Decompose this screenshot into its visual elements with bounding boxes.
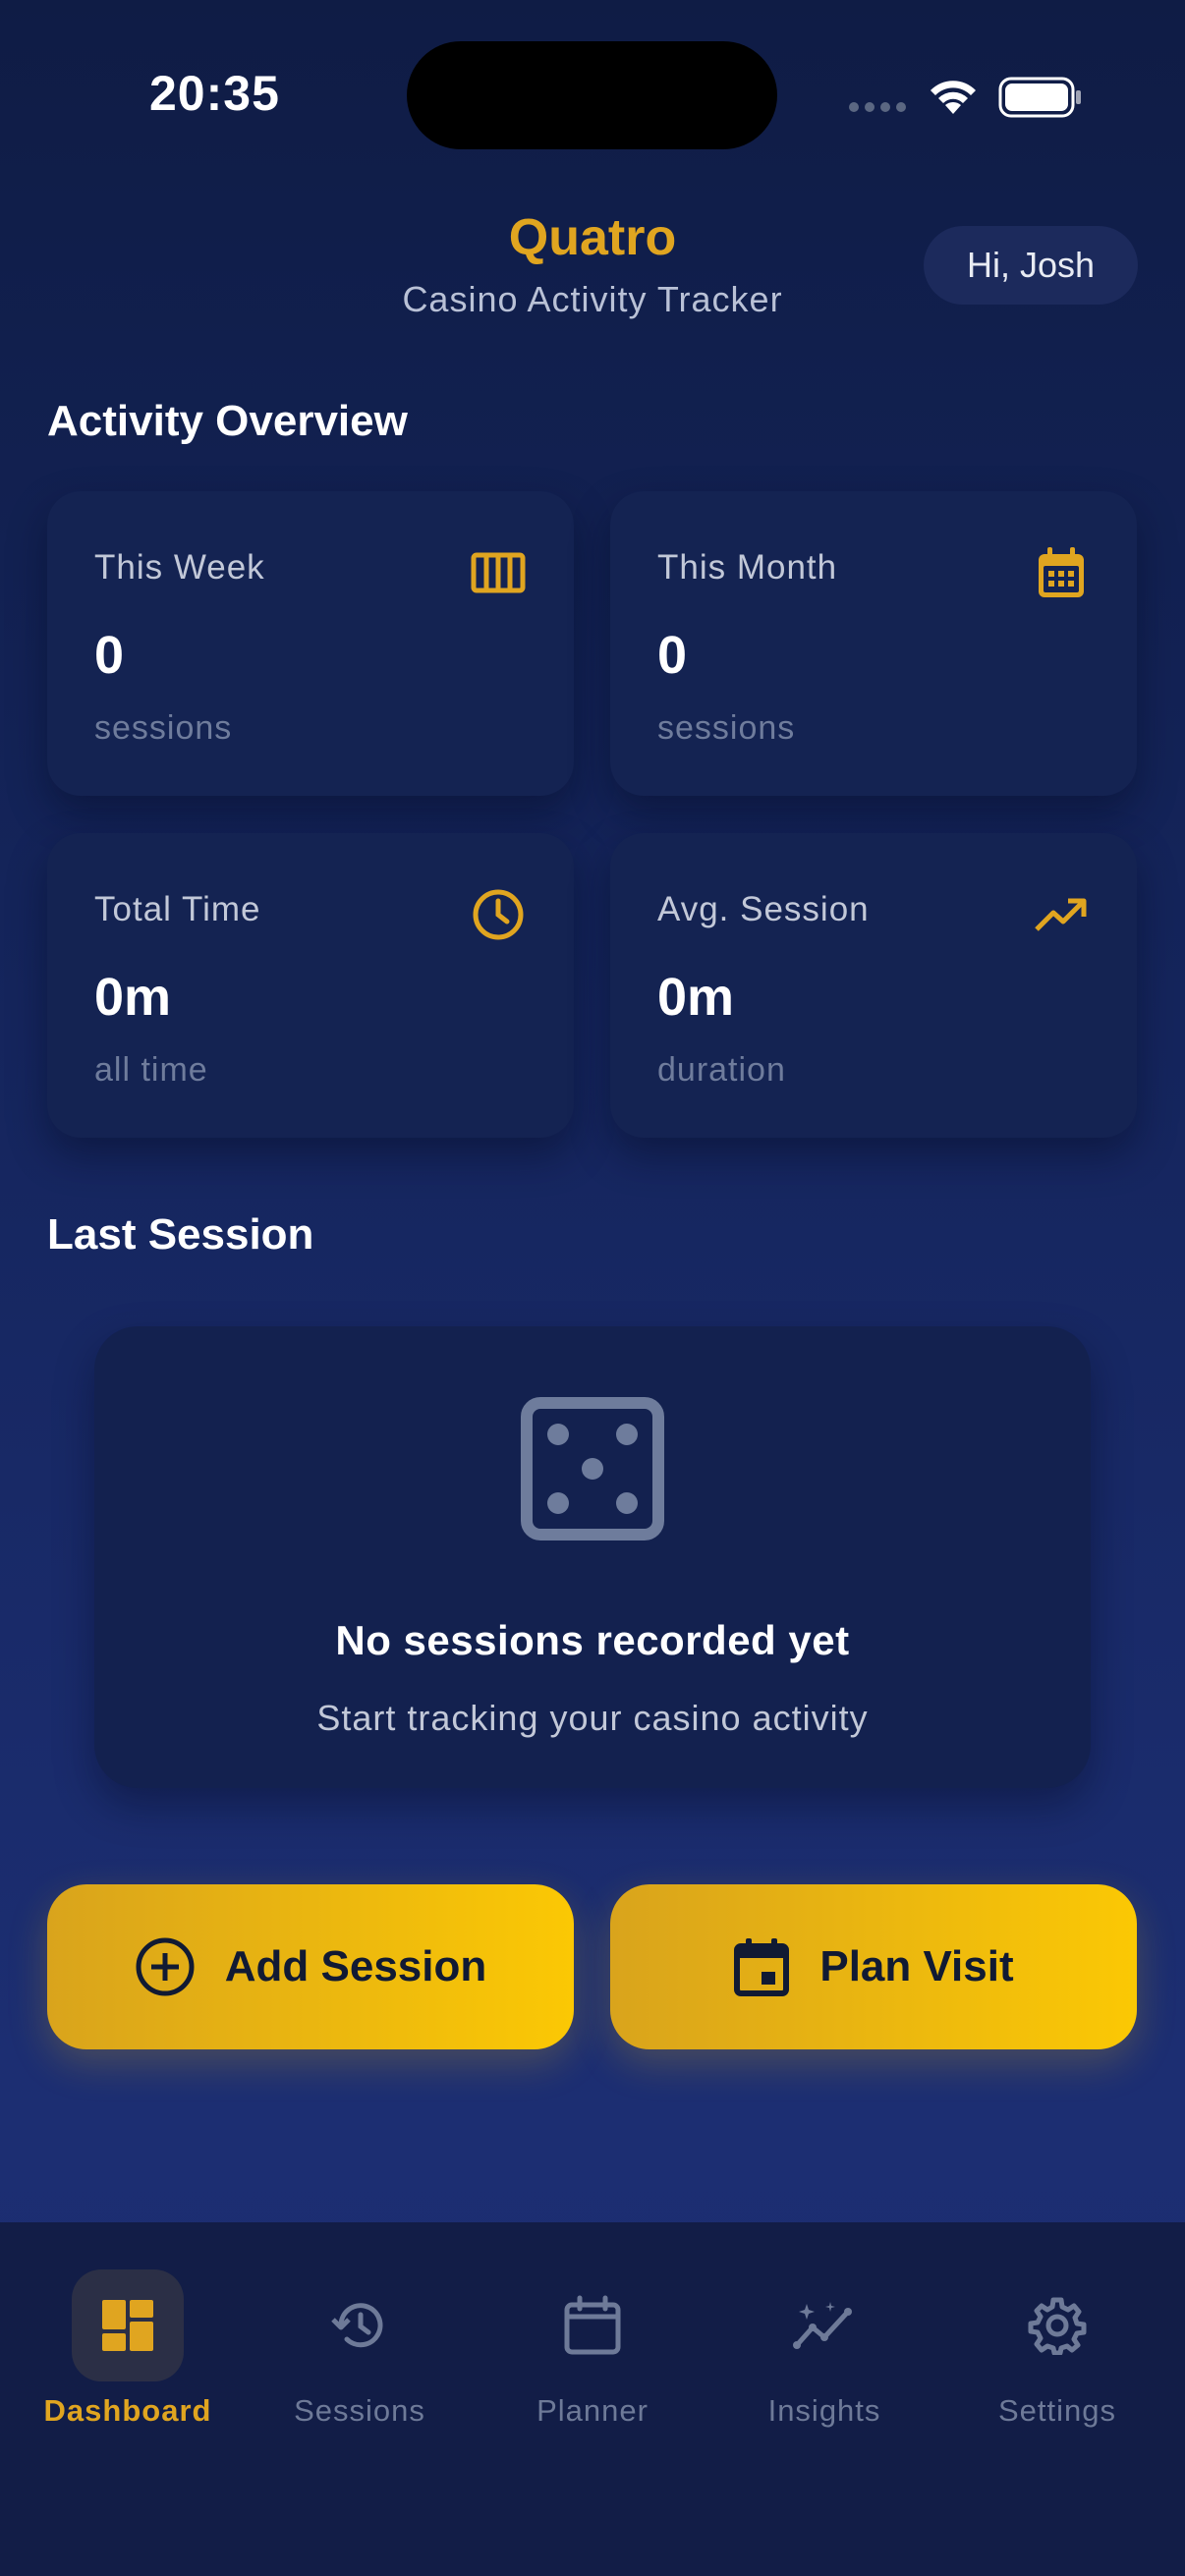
card-value: 0m	[94, 968, 172, 1027]
dashboard-icon	[102, 2300, 153, 2351]
tab-label: Dashboard	[43, 2393, 212, 2428]
tab-label: Sessions	[294, 2393, 425, 2428]
card-subtitle: duration	[657, 1051, 786, 1089]
card-value: 0m	[657, 968, 735, 1027]
battery-icon	[998, 77, 1081, 118]
card-label: Avg. Session	[657, 890, 870, 928]
activity-overview-title: Activity Overview	[47, 397, 408, 445]
tab-label: Planner	[536, 2393, 649, 2428]
card-label: This Week	[94, 548, 265, 587]
this-month-card: This Month 0 sessions	[610, 491, 1137, 796]
last-session-empty-card: No sessions recorded yet Start tracking …	[94, 1326, 1091, 1788]
plan-visit-label: Plan Visit	[819, 1942, 1014, 1990]
tab-icon-container	[536, 2269, 649, 2381]
empty-state-subtitle: Start tracking your casino activity	[316, 1698, 869, 1738]
calendar-icon	[1039, 547, 1084, 597]
card-value: 0	[94, 626, 125, 685]
card-value: 0	[657, 626, 688, 685]
calendar-icon	[564, 2295, 621, 2355]
tab-label: Settings	[997, 2393, 1116, 2428]
empty-state-title: No sessions recorded yet	[335, 1617, 850, 1663]
trending-up-icon	[1035, 898, 1087, 931]
gear-icon	[1028, 2297, 1087, 2355]
plus-circle-icon	[136, 1937, 195, 1996]
cellular-signal-icon	[849, 102, 906, 112]
card-label: Total Time	[94, 890, 261, 928]
avg-session-card: Avg. Session 0m duration	[610, 833, 1137, 1138]
plan-visit-button[interactable]: Plan Visit	[610, 1884, 1137, 2049]
dynamic-island	[407, 41, 777, 149]
tab-label: Insights	[767, 2393, 881, 2428]
card-subtitle: sessions	[657, 709, 796, 747]
tab-settings[interactable]: Settings	[959, 2269, 1156, 2446]
clock-icon	[473, 889, 524, 940]
tab-insights[interactable]: Insights	[726, 2269, 923, 2446]
this-week-card: This Week 0 sessions	[47, 491, 574, 796]
dice-icon	[521, 1397, 664, 1540]
bottom-tab-bar: Dashboard Sessions Planner Insights Sett…	[0, 2222, 1185, 2576]
tab-planner[interactable]: Planner	[494, 2269, 691, 2446]
tab-icon-container	[768, 2269, 880, 2381]
calendar-event-icon	[734, 1938, 790, 1996]
add-session-label: Add Session	[224, 1942, 487, 1990]
wifi-icon	[931, 81, 976, 114]
tab-dashboard[interactable]: Dashboard	[29, 2269, 226, 2446]
columns-icon	[471, 552, 526, 593]
card-subtitle: sessions	[94, 709, 233, 747]
tab-icon-container	[1001, 2269, 1113, 2381]
tab-icon-container	[304, 2269, 416, 2381]
total-time-card: Total Time 0m all time	[47, 833, 574, 1138]
last-session-title: Last Session	[47, 1210, 314, 1259]
status-time: 20:35	[149, 66, 280, 121]
tab-icon-container	[72, 2269, 184, 2381]
tab-sessions[interactable]: Sessions	[261, 2269, 458, 2446]
card-label: This Month	[657, 548, 838, 587]
history-icon	[331, 2303, 383, 2348]
add-session-button[interactable]: Add Session	[47, 1884, 574, 2049]
greeting-badge[interactable]: Hi, Josh	[924, 226, 1138, 305]
card-subtitle: all time	[94, 1051, 208, 1089]
insights-icon	[793, 2302, 852, 2349]
